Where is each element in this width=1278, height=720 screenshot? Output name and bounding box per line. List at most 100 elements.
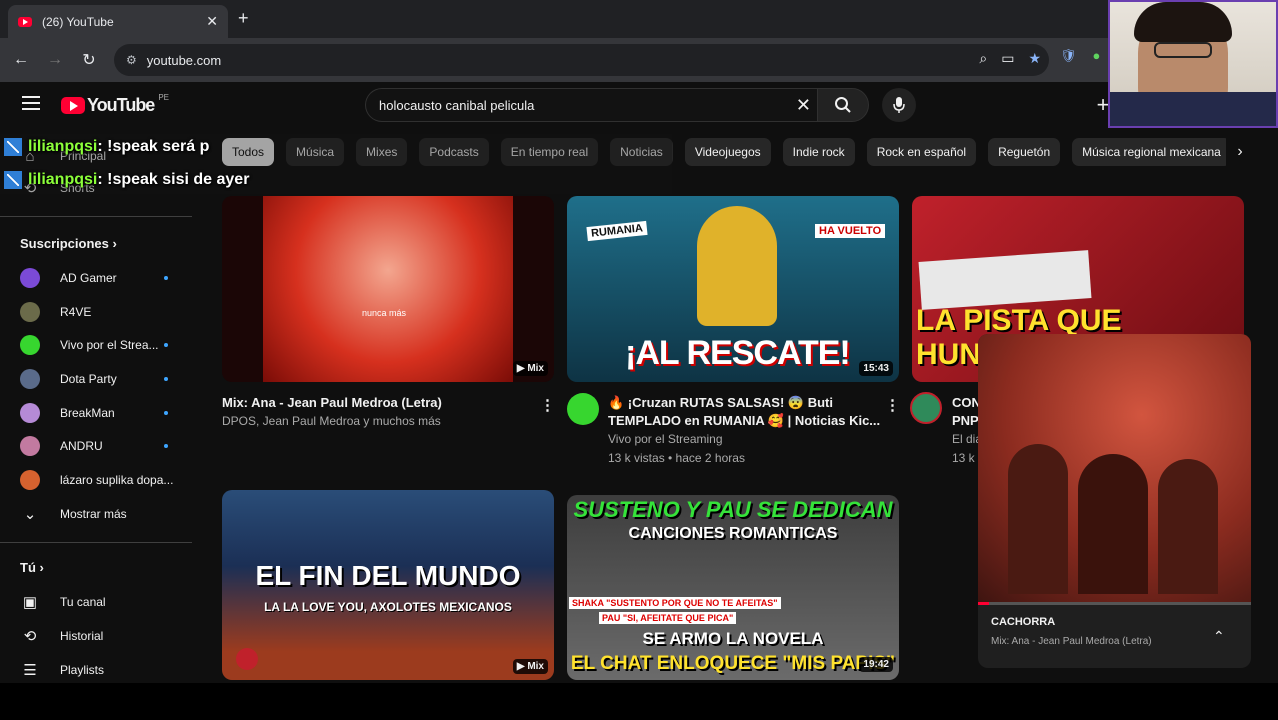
channel-avatar[interactable] — [567, 393, 599, 425]
video-thumbnail[interactable]: EL FIN DEL MUNDO LA LA LOVE YOU, AXOLOTE… — [222, 490, 554, 680]
chip-rock-en-espanol[interactable]: Rock en español — [866, 138, 977, 166]
playlists-icon: ☰ — [23, 662, 37, 679]
reload-icon[interactable]: ↻ — [72, 50, 106, 70]
video-title-line[interactable]: TEMPLADO en RUMANIA 🥰 | Noticias Kic... — [608, 412, 880, 430]
you-header[interactable]: Tú › — [20, 560, 44, 575]
avatar — [20, 302, 40, 322]
new-content-dot — [164, 444, 168, 448]
youtube-logo[interactable]: YouTube PE — [61, 93, 169, 116]
chat-text: : !speak será p — [97, 138, 210, 155]
show-more-button[interactable]: ⌄ Mostrar más — [20, 502, 127, 526]
more-actions-icon[interactable]: ⋮ — [540, 396, 555, 414]
chip-regueton[interactable]: Reguetón — [988, 138, 1061, 166]
chevron-down-icon: ⌄ — [23, 506, 37, 523]
video-meta: 13 k vistas • hace 2 horas — [608, 451, 745, 465]
country-code: PE — [158, 93, 169, 102]
video-title-line[interactable]: PNP — [952, 412, 979, 430]
video-title-line[interactable]: 🔥 ¡Cruzan RUTAS SALSAS! 😨 Buti — [608, 394, 833, 412]
avatar — [20, 335, 40, 355]
new-content-dot — [164, 377, 168, 381]
subscription-item[interactable]: AD Gamer — [20, 266, 168, 290]
extension-icon[interactable]: 🛡 — [1060, 48, 1077, 64]
new-content-dot — [164, 276, 168, 280]
subscription-item[interactable]: BreakMan — [20, 401, 168, 425]
search-button[interactable] — [817, 88, 869, 122]
cast-icon[interactable]: ▭ — [1001, 50, 1014, 67]
thumbnail-subtitle: CANCIONES ROMANTICAS — [628, 525, 838, 542]
thumbnail-text: EL CHAT ENLOQUECE "MIS PAPIS" — [570, 653, 896, 674]
subscription-item[interactable]: R4VE — [20, 300, 91, 324]
sidebar-item-label: Tu canal — [60, 595, 106, 609]
mix-badge: ▶ Mix — [512, 361, 548, 376]
show-more-label: Mostrar más — [60, 507, 127, 521]
chat-text: : !speak sisi de ayer — [97, 171, 250, 188]
thumbnail-headline: LA PISTA QUE — [916, 304, 1122, 337]
subscriptions-header[interactable]: Suscripciones › — [20, 236, 117, 251]
youtube-play-icon — [61, 97, 85, 114]
browser-tab[interactable]: (26) YouTube ✕ — [8, 5, 228, 38]
new-tab-button[interactable]: + — [238, 8, 249, 29]
thumbnail-headline: SUSTENO Y PAU SE DEDICAN — [573, 497, 893, 522]
sidebar-item-playlists[interactable]: ☰ Playlists — [20, 658, 104, 682]
avatar — [20, 436, 40, 456]
chip-indie-rock[interactable]: Indie rock — [782, 138, 855, 166]
avatar — [20, 470, 40, 490]
video-thumbnail[interactable]: SUSTENO Y PAU SE DEDICAN CANCIONES ROMAN… — [567, 495, 899, 680]
sidebar-item-label: Playlists — [60, 663, 105, 677]
browser-toolbar: ← → ↻ ⚙ youtube.com ⌕ ▭ ★ 🛡 ● — [0, 38, 1278, 82]
menu-icon[interactable] — [22, 96, 40, 110]
subscription-name: R4VE — [60, 305, 92, 319]
clear-search-icon[interactable]: ✕ — [796, 95, 811, 116]
thumbnail-text: SE ARMO LA NOVELA — [642, 629, 824, 648]
zoom-icon[interactable]: ⌕ — [979, 50, 987, 67]
thumbnail-lyric: nunca más — [362, 308, 407, 318]
thumbnail-headline: EL FIN DEL MUNDO — [255, 560, 521, 591]
channel-avatar[interactable] — [910, 392, 942, 424]
site-info-icon[interactable]: ⚙ — [126, 53, 137, 67]
video-channel[interactable]: DPOS, Jean Paul Medroa y muchos más — [222, 412, 441, 431]
address-bar[interactable]: ⚙ youtube.com ⌕ ▭ ★ — [114, 44, 1049, 76]
video-title-line[interactable]: CON — [952, 394, 981, 412]
miniplayer-progress[interactable] — [978, 602, 1251, 605]
voice-search-button[interactable] — [882, 88, 916, 122]
chevron-right-icon[interactable]: › — [1226, 138, 1254, 166]
subscription-item[interactable]: lázaro suplika dopa... — [20, 468, 173, 492]
chat-message: lilianpqsi : !speak sisi de ayer — [4, 171, 249, 189]
thumbnail-subtitle: LA LA LOVE YOU, AXOLOTES MEXICANOS — [264, 600, 512, 614]
sidebar: ⌂ Principal ⟲ Shorts Suscripciones › AD … — [0, 128, 205, 683]
chip-videojuegos[interactable]: Videojuegos — [684, 138, 771, 166]
miniplayer-subtitle: Mix: Ana - Jean Paul Medroa (Letra) — [991, 636, 1152, 647]
chevron-up-icon[interactable]: ⌃ — [1213, 628, 1225, 645]
video-thumbnail[interactable]: nunca más ▶ Mix — [222, 196, 554, 382]
thumbnail-headline: ¡AL RESCATE! — [625, 334, 851, 372]
video-title[interactable]: Mix: Ana - Jean Paul Medroa (Letra) — [222, 394, 442, 412]
divider — [0, 542, 192, 543]
chip-musica-regional-mexicana[interactable]: Música regional mexicana — [1072, 138, 1231, 166]
thumbnail-text: HA VUELTO — [815, 224, 886, 238]
subscription-name: Dota Party — [60, 372, 117, 386]
sidebar-item-historial[interactable]: ⟲ Historial — [20, 624, 104, 648]
bookmark-star-icon[interactable]: ★ — [1028, 50, 1041, 67]
subscription-name: AD Gamer — [60, 271, 117, 285]
subscription-item[interactable]: Vivo por el Strea... — [20, 333, 168, 357]
miniplayer[interactable]: CACHORRA Mix: Ana - Jean Paul Medroa (Le… — [978, 334, 1251, 668]
chat-username: lilianpqsi — [28, 138, 98, 155]
tab-close-icon[interactable]: ✕ — [206, 13, 218, 30]
sidebar-item-label: Historial — [60, 629, 104, 643]
video-channel[interactable]: Vivo por el Streaming — [608, 430, 723, 449]
channel-icon: ▣ — [22, 594, 38, 611]
more-actions-icon[interactable]: ⋮ — [885, 396, 900, 414]
back-icon[interactable]: ← — [4, 51, 38, 69]
search-input[interactable]: holocausto canibal pelicula ✕ — [365, 88, 817, 122]
thumbnail-text: SHAKA "SUSTENTO POR QUE NO TE AFEITAS" — [569, 597, 781, 609]
video-thumbnail[interactable]: RUMANIA HA VUELTO ¡AL RESCATE! 15:43 — [567, 196, 899, 382]
avatar — [20, 369, 40, 389]
sidebar-item-tu-canal[interactable]: ▣ Tu canal — [20, 590, 106, 614]
subscription-item[interactable]: ANDRU — [20, 434, 168, 458]
miniplayer-artwork[interactable] — [978, 334, 1251, 604]
extension-green-icon[interactable]: ● — [1093, 48, 1101, 64]
forward-icon[interactable]: → — [38, 51, 72, 69]
subscription-item[interactable]: Dota Party — [20, 367, 168, 391]
bottom-bar — [0, 683, 1278, 720]
avatar — [20, 403, 40, 423]
